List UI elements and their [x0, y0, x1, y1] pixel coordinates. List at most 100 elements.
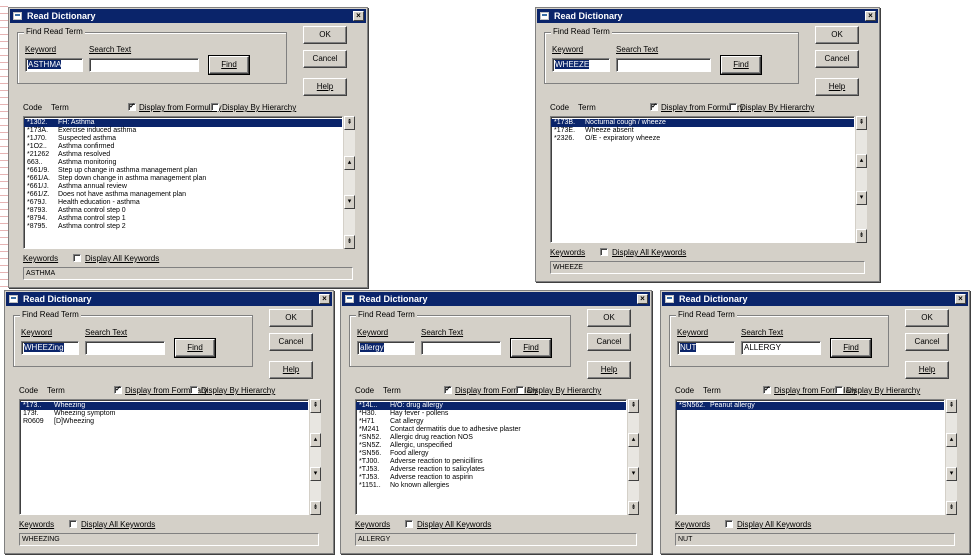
list-scrollbar[interactable]: ⇞ ▴ ▾ ⇟ — [945, 399, 957, 515]
cancel-button[interactable]: Cancel — [303, 50, 347, 68]
scroll-bottom-button[interactable]: ⇟ — [856, 229, 867, 243]
scroll-up-button[interactable]: ▴ — [946, 433, 957, 447]
find-button[interactable]: Find — [830, 338, 872, 358]
close-icon[interactable]: × — [865, 11, 876, 21]
close-icon[interactable]: × — [955, 294, 966, 304]
list-item[interactable]: *2326. O/E - expiratory wheeze — [551, 135, 854, 143]
ok-button[interactable]: OK — [303, 26, 347, 44]
display-all-keywords-checkbox[interactable] — [600, 248, 608, 256]
display-all-keywords-checkbox[interactable] — [725, 520, 733, 528]
help-button[interactable]: Help — [303, 78, 347, 96]
display-all-keywords-label[interactable]: Display All Keywords — [612, 248, 686, 258]
display-hierarchy-label[interactable]: Display By Hierarchy — [201, 386, 275, 396]
keyword-input[interactable]: NUT — [677, 341, 735, 355]
display-hierarchy-checkbox[interactable] — [211, 103, 219, 111]
term-list[interactable]: *173.. Wheezing 173f. Wheezing symptom R06… — [19, 399, 309, 515]
display-hierarchy-checkbox[interactable] — [835, 386, 843, 394]
scroll-down-button[interactable]: ▾ — [628, 467, 639, 481]
find-button[interactable]: Find — [174, 338, 216, 358]
list-item[interactable]: *8793. Asthma control step 0 — [24, 207, 342, 215]
scroll-down-button[interactable]: ▾ — [310, 467, 321, 481]
close-icon[interactable]: × — [353, 11, 364, 21]
list-item[interactable]: *TJ53. Adverse reaction to salicylates — [356, 466, 626, 474]
title-bar[interactable]: Read Dictionary × — [342, 292, 650, 306]
scroll-up-button[interactable]: ▴ — [344, 156, 355, 170]
list-item[interactable]: *173A. Exercise induced asthma — [24, 127, 342, 135]
display-hierarchy-label[interactable]: Display By Hierarchy — [222, 103, 296, 113]
list-item[interactable]: *8794. Asthma control step 1 — [24, 215, 342, 223]
display-formulary-checkbox[interactable]: ✓ — [444, 386, 452, 394]
scroll-down-button[interactable]: ▾ — [946, 467, 957, 481]
find-button[interactable]: Find — [510, 338, 552, 358]
scroll-top-button[interactable]: ⇞ — [856, 116, 867, 130]
list-item[interactable]: *679J. Health education - asthma — [24, 199, 342, 207]
display-formulary-label[interactable]: Display from Formulary — [455, 386, 538, 396]
list-item[interactable]: *TJ53. Adverse reaction to aspirin — [356, 474, 626, 482]
keyword-input[interactable]: ASTHMA — [25, 58, 83, 72]
list-item[interactable]: *661/9. Step up change in asthma manageme… — [24, 167, 342, 175]
search-text-input[interactable]: ALLERGY — [741, 341, 821, 355]
display-formulary-checkbox[interactable]: ✓ — [650, 103, 658, 111]
list-item[interactable]: *21262 Asthma resolved — [24, 151, 342, 159]
cancel-button[interactable]: Cancel — [905, 333, 949, 351]
scroll-up-button[interactable]: ▴ — [310, 433, 321, 447]
close-icon[interactable]: × — [319, 294, 330, 304]
ok-button[interactable]: OK — [269, 309, 313, 327]
display-hierarchy-label[interactable]: Display By Hierarchy — [527, 386, 601, 396]
help-button[interactable]: Help — [587, 361, 631, 379]
list-item[interactable]: *1302. FH: Asthma — [24, 119, 342, 127]
list-item[interactable]: *TJ00. Adverse reaction to penicillins — [356, 458, 626, 466]
list-item[interactable]: *1151.. No known allergies — [356, 482, 626, 490]
list-item[interactable]: R0609 [D]Wheezing — [20, 418, 308, 426]
display-formulary-checkbox[interactable]: ✓ — [128, 103, 136, 111]
list-item[interactable]: *173.. Wheezing — [20, 402, 308, 410]
display-formulary-label[interactable]: Display from Formulary — [139, 103, 222, 113]
search-text-input[interactable] — [85, 341, 165, 355]
help-button[interactable]: Help — [905, 361, 949, 379]
display-hierarchy-checkbox[interactable] — [729, 103, 737, 111]
title-bar[interactable]: Read Dictionary × — [537, 9, 878, 23]
display-hierarchy-checkbox[interactable] — [190, 386, 198, 394]
find-button[interactable]: Find — [208, 55, 250, 75]
display-formulary-checkbox[interactable]: ✓ — [763, 386, 771, 394]
list-item[interactable]: *SN56. Food allergy — [356, 450, 626, 458]
help-button[interactable]: Help — [815, 78, 859, 96]
term-list[interactable]: *14L.. H/O: drug allergy *H30. Hay fever - … — [355, 399, 627, 515]
display-hierarchy-label[interactable]: Display By Hierarchy — [846, 386, 920, 396]
cancel-button[interactable]: Cancel — [587, 333, 631, 351]
search-text-input[interactable] — [421, 341, 501, 355]
scroll-bottom-button[interactable]: ⇟ — [344, 235, 355, 249]
ok-button[interactable]: OK — [587, 309, 631, 327]
list-item[interactable]: *8795. Asthma control step 2 — [24, 223, 342, 231]
scroll-bottom-button[interactable]: ⇟ — [628, 501, 639, 515]
list-item[interactable]: *SN562. Peanut allergy — [676, 402, 944, 410]
help-button[interactable]: Help — [269, 361, 313, 379]
list-item[interactable]: *1J70. Suspected asthma — [24, 135, 342, 143]
search-text-input[interactable] — [616, 58, 711, 72]
cancel-button[interactable]: Cancel — [815, 50, 859, 68]
term-list[interactable]: *1302. FH: Asthma *173A. Exercise induced a… — [23, 116, 343, 249]
display-all-keywords-checkbox[interactable] — [405, 520, 413, 528]
display-all-keywords-label[interactable]: Display All Keywords — [81, 520, 155, 530]
list-item[interactable]: *M241 Contact dermatitis due to adhesive … — [356, 426, 626, 434]
display-all-keywords-checkbox[interactable] — [73, 254, 81, 262]
display-hierarchy-checkbox[interactable] — [516, 386, 524, 394]
scroll-up-button[interactable]: ▴ — [628, 433, 639, 447]
list-item[interactable]: 663.. Asthma monitoring — [24, 159, 342, 167]
scroll-top-button[interactable]: ⇞ — [310, 399, 321, 413]
list-item[interactable]: *173E. Wheeze absent — [551, 127, 854, 135]
list-item[interactable]: *173B. Nocturnal cough / wheeze — [551, 119, 854, 127]
scroll-top-button[interactable]: ⇞ — [344, 116, 355, 130]
term-list[interactable]: *SN562. Peanut allergy — [675, 399, 945, 515]
list-item[interactable]: *661/J. Asthma annual review — [24, 183, 342, 191]
display-all-keywords-checkbox[interactable] — [69, 520, 77, 528]
ok-button[interactable]: OK — [815, 26, 859, 44]
scroll-top-button[interactable]: ⇞ — [628, 399, 639, 413]
list-scrollbar[interactable]: ⇞ ▴ ▾ ⇟ — [627, 399, 639, 515]
display-hierarchy-label[interactable]: Display By Hierarchy — [740, 103, 814, 113]
title-bar[interactable]: Read Dictionary × — [662, 292, 968, 306]
display-all-keywords-label[interactable]: Display All Keywords — [417, 520, 491, 530]
scroll-down-button[interactable]: ▾ — [856, 191, 867, 205]
list-scrollbar[interactable]: ⇞ ▴ ▾ ⇟ — [855, 116, 867, 243]
title-bar[interactable]: Read Dictionary × — [10, 9, 366, 23]
